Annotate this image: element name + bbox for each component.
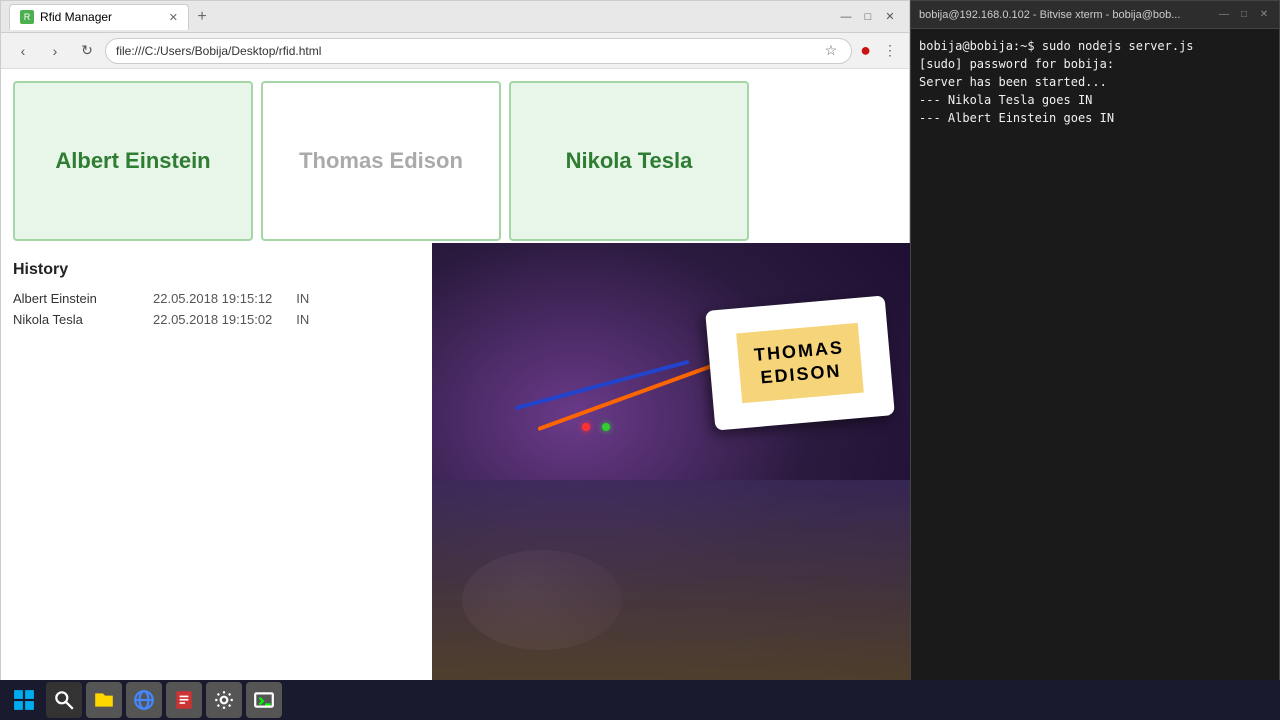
history-name-1: Nikola Tesla bbox=[13, 312, 133, 327]
minimize-button[interactable]: — bbox=[839, 10, 853, 24]
close-button[interactable]: ✕ bbox=[883, 10, 897, 24]
card-label-0: Albert Einstein bbox=[55, 148, 210, 174]
browser-navbar: ‹ › ↻ file:///C:/Users/Bobija/Desktop/rf… bbox=[1, 33, 909, 69]
history-time-1: 22.05.2018 19:15:02 bbox=[153, 312, 272, 327]
history-status-0: IN bbox=[296, 291, 309, 306]
bookmark-icon[interactable]: ☆ bbox=[821, 42, 842, 59]
breadboard bbox=[432, 480, 910, 680]
terminal-line-0: bobija@bobija:~$ sudo nodejs server.js bbox=[919, 37, 1271, 55]
browser-titlebar: R Rfid Manager ✕ + — □ ✕ bbox=[1, 1, 909, 33]
led-red bbox=[582, 423, 590, 431]
opera-icon[interactable]: ● bbox=[856, 40, 875, 61]
card-nikola-tesla: Nikola Tesla bbox=[509, 81, 749, 241]
card-thomas-edison: Thomas Edison bbox=[261, 81, 501, 241]
history-name-0: Albert Einstein bbox=[13, 291, 133, 306]
card-label-2: Nikola Tesla bbox=[566, 148, 693, 174]
maximize-button[interactable]: □ bbox=[861, 10, 875, 24]
tab-favicon: R bbox=[20, 10, 34, 24]
terminal-line-1: [sudo] password for bobija: bbox=[919, 55, 1271, 73]
new-tab-button[interactable]: + bbox=[189, 4, 215, 30]
card-label-1: Thomas Edison bbox=[299, 148, 463, 174]
hardware-photo: THOMAS EDISON bbox=[432, 243, 910, 680]
terminal-maximize[interactable]: □ bbox=[1237, 8, 1251, 22]
terminal-minimize[interactable]: — bbox=[1217, 8, 1231, 22]
tab-close-button[interactable]: ✕ bbox=[169, 11, 178, 24]
address-text: file:///C:/Users/Bobija/Desktop/rfid.htm… bbox=[116, 44, 817, 58]
terminal-window: bobija@192.168.0.102 - Bitvise xterm - b… bbox=[910, 0, 1280, 682]
search-taskbar-button[interactable] bbox=[46, 682, 82, 718]
rfid-physical-card: THOMAS EDISON bbox=[705, 295, 895, 430]
history-time-0: 22.05.2018 19:15:12 bbox=[153, 291, 272, 306]
terminal-controls: — □ ✕ bbox=[1217, 8, 1271, 22]
taskbar bbox=[0, 680, 1280, 720]
notepad-taskbar-button[interactable] bbox=[166, 682, 202, 718]
address-bar[interactable]: file:///C:/Users/Bobija/Desktop/rfid.htm… bbox=[105, 38, 852, 64]
cards-row: Albert Einstein Thomas Edison Nikola Tes… bbox=[13, 81, 897, 241]
back-button[interactable]: ‹ bbox=[9, 37, 37, 65]
terminal-titlebar: bobija@192.168.0.102 - Bitvise xterm - b… bbox=[911, 1, 1279, 29]
terminal-line-4: --- Albert Einstein goes IN bbox=[919, 109, 1271, 127]
card-albert-einstein: Albert Einstein bbox=[13, 81, 253, 241]
history-status-1: IN bbox=[296, 312, 309, 327]
files-taskbar-button[interactable] bbox=[86, 682, 122, 718]
terminal-close[interactable]: ✕ bbox=[1257, 8, 1271, 22]
browser-taskbar-button[interactable] bbox=[126, 682, 162, 718]
forward-button[interactable]: › bbox=[41, 37, 69, 65]
settings-taskbar-button[interactable] bbox=[206, 682, 242, 718]
menu-button[interactable]: ⋮ bbox=[879, 42, 901, 59]
reload-button[interactable]: ↻ bbox=[73, 37, 101, 65]
rfid-physical-label: THOMAS EDISON bbox=[736, 322, 864, 403]
start-button[interactable] bbox=[6, 682, 42, 718]
terminal-body: bobija@bobija:~$ sudo nodejs server.js [… bbox=[911, 29, 1279, 681]
terminal-taskbar-button[interactable] bbox=[246, 682, 282, 718]
browser-tab[interactable]: R Rfid Manager ✕ bbox=[9, 4, 189, 30]
led-green bbox=[602, 423, 610, 431]
photo-content: THOMAS EDISON bbox=[432, 243, 910, 680]
terminal-line-2: Server has been started... bbox=[919, 73, 1271, 91]
terminal-line-3: --- Nikola Tesla goes IN bbox=[919, 91, 1271, 109]
tab-title: Rfid Manager bbox=[40, 10, 112, 24]
terminal-title: bobija@192.168.0.102 - Bitvise xterm - b… bbox=[919, 9, 1217, 21]
